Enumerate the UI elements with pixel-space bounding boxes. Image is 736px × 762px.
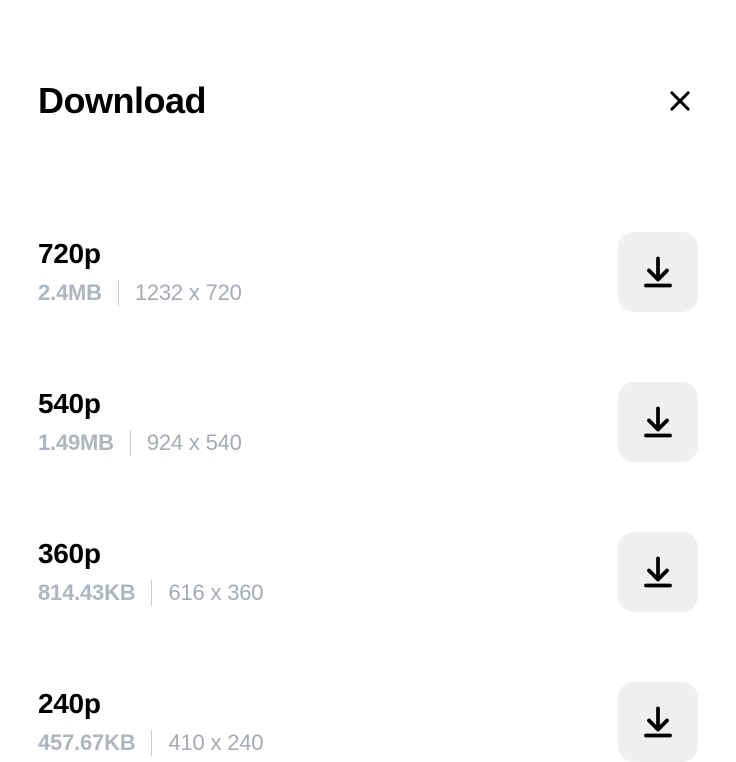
download-button-240p[interactable] — [618, 682, 698, 762]
option-info: 360p 814.43KB 616 x 360 — [38, 538, 263, 606]
dimensions: 1232 x 720 — [135, 280, 242, 306]
option-meta: 457.67KB 410 x 240 — [38, 730, 263, 756]
download-button-720p[interactable] — [618, 232, 698, 312]
download-option-540p: 540p 1.49MB 924 x 540 — [38, 382, 698, 462]
dimensions: 924 x 540 — [147, 430, 242, 456]
download-icon — [640, 254, 676, 290]
download-icon — [640, 704, 676, 740]
option-meta: 2.4MB 1232 x 720 — [38, 280, 242, 306]
option-meta: 1.49MB 924 x 540 — [38, 430, 242, 456]
dialog-title: Download — [38, 80, 206, 122]
dialog-header: Download — [38, 80, 698, 122]
download-icon — [640, 404, 676, 440]
file-size: 2.4MB — [38, 280, 102, 306]
meta-divider — [151, 730, 152, 756]
option-info: 240p 457.67KB 410 x 240 — [38, 688, 263, 756]
download-button-360p[interactable] — [618, 532, 698, 612]
download-option-720p: 720p 2.4MB 1232 x 720 — [38, 232, 698, 312]
file-size: 814.43KB — [38, 580, 135, 606]
resolution-label: 540p — [38, 388, 242, 420]
meta-divider — [151, 580, 152, 606]
resolution-label: 240p — [38, 688, 263, 720]
close-icon — [666, 87, 694, 115]
file-size: 457.67KB — [38, 730, 135, 756]
resolution-label: 720p — [38, 238, 242, 270]
dimensions: 410 x 240 — [168, 730, 263, 756]
dimensions: 616 x 360 — [168, 580, 263, 606]
download-option-240p: 240p 457.67KB 410 x 240 — [38, 682, 698, 762]
download-dialog: Download 720p 2.4MB 1232 x 720 — [0, 0, 736, 762]
close-button[interactable] — [662, 83, 698, 119]
download-icon — [640, 554, 676, 590]
option-meta: 814.43KB 616 x 360 — [38, 580, 263, 606]
option-info: 540p 1.49MB 924 x 540 — [38, 388, 242, 456]
download-option-360p: 360p 814.43KB 616 x 360 — [38, 532, 698, 612]
meta-divider — [118, 280, 119, 306]
file-size: 1.49MB — [38, 430, 114, 456]
option-info: 720p 2.4MB 1232 x 720 — [38, 238, 242, 306]
meta-divider — [130, 430, 131, 456]
download-button-540p[interactable] — [618, 382, 698, 462]
resolution-label: 360p — [38, 538, 263, 570]
